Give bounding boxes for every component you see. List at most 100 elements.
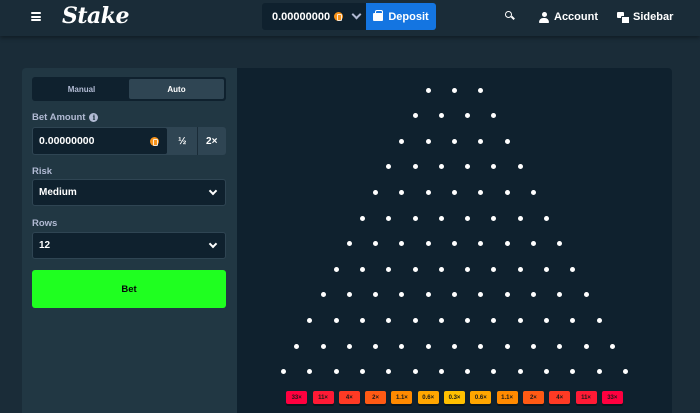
peg	[438, 113, 444, 119]
peg	[373, 292, 379, 298]
coin-icon	[334, 12, 344, 21]
peg	[570, 317, 576, 323]
peg	[596, 369, 602, 375]
multiplier-bucket: 1.1×	[496, 391, 518, 404]
half-bet-button[interactable]: ½	[168, 127, 197, 155]
search-icon[interactable]	[505, 11, 514, 20]
peg	[478, 138, 484, 144]
multiplier-bucket: 2×	[522, 391, 544, 404]
peg	[412, 266, 418, 272]
peg	[491, 369, 497, 375]
peg	[438, 266, 444, 272]
peg	[557, 343, 563, 349]
peg	[530, 189, 536, 195]
peg	[504, 292, 510, 298]
peg	[557, 241, 563, 247]
tab-manual[interactable]: Manual	[34, 79, 129, 99]
account-button[interactable]: Account	[539, 10, 598, 24]
peg	[517, 369, 523, 375]
peg	[530, 241, 536, 247]
risk-select[interactable]: Medium	[32, 179, 226, 206]
bet-controls-panel: Manual Auto Bet Amount i 0.00000000 ½ 2×…	[22, 68, 237, 413]
rows-select[interactable]: 12	[32, 232, 226, 259]
peg	[530, 292, 536, 298]
peg	[491, 266, 497, 272]
peg	[478, 189, 484, 195]
peg	[373, 343, 379, 349]
multiplier-bucket: 0.6×	[417, 391, 439, 404]
tab-auto[interactable]: Auto	[129, 79, 224, 99]
peg	[517, 215, 523, 221]
peg	[491, 164, 497, 170]
peg	[399, 189, 405, 195]
plinko-game: Manual Auto Bet Amount i 0.00000000 ½ 2×…	[22, 68, 672, 413]
peg	[596, 317, 602, 323]
peg	[544, 369, 550, 375]
chevron-down-icon	[351, 9, 362, 20]
peg	[386, 369, 392, 375]
peg	[346, 343, 352, 349]
balance-value: 0.00000000	[272, 10, 331, 23]
peg	[570, 369, 576, 375]
deposit-button[interactable]: Deposit	[366, 3, 436, 30]
peg	[359, 266, 365, 272]
peg	[583, 343, 589, 349]
peg	[412, 215, 418, 221]
account-label: Account	[554, 11, 598, 23]
peg	[333, 317, 339, 323]
peg	[412, 369, 418, 375]
peg	[425, 343, 431, 349]
sidebar-button[interactable]: Sidebar	[617, 10, 673, 24]
chevron-down-icon	[208, 186, 218, 196]
multiplier-bucket: 1.1×	[391, 391, 413, 404]
bet-button[interactable]: Bet	[32, 270, 226, 308]
peg	[517, 317, 523, 323]
double-bet-button[interactable]: 2×	[196, 127, 227, 155]
bet-amount-label: Bet Amount i	[32, 112, 99, 123]
peg	[517, 164, 523, 170]
balance-selector[interactable]: 0.00000000	[262, 3, 366, 30]
peg	[412, 164, 418, 170]
peg	[465, 317, 471, 323]
peg	[570, 266, 576, 272]
peg	[478, 87, 484, 93]
peg	[452, 189, 457, 195]
peg	[320, 343, 326, 349]
peg	[425, 292, 431, 298]
peg	[399, 241, 405, 247]
peg	[359, 317, 365, 323]
peg	[491, 317, 497, 323]
peg	[465, 164, 471, 170]
peg	[386, 215, 392, 221]
multiplier-bucket: 0.6×	[470, 391, 492, 404]
peg	[425, 87, 431, 93]
multiplier-bucket: 0.3×	[444, 391, 465, 404]
peg	[320, 292, 326, 298]
peg	[386, 266, 392, 272]
plinko-board: 33× 11× 4× 2× 1.1× 0.6× 0.3× 0.6× 1.1× 2× 4× 11× 33×	[237, 68, 672, 413]
peg	[438, 215, 444, 221]
peg	[452, 138, 457, 144]
peg	[583, 292, 589, 298]
peg	[438, 369, 444, 375]
peg	[465, 369, 471, 375]
peg	[399, 138, 405, 144]
peg	[557, 292, 563, 298]
peg	[425, 138, 431, 144]
peg	[478, 292, 484, 298]
rows-value: 12	[39, 240, 51, 251]
bet-amount-input[interactable]: 0.00000000	[33, 128, 167, 154]
multiplier-bucket: 11×	[575, 391, 597, 404]
multiplier-bucket: 33×	[286, 391, 308, 404]
peg	[346, 241, 352, 247]
info-icon[interactable]: i	[89, 113, 99, 122]
peg	[504, 189, 510, 195]
menu-icon[interactable]	[31, 12, 41, 21]
peg	[399, 292, 405, 298]
stake-logo[interactable]: Stake	[62, 3, 130, 29]
wallet-icon	[373, 9, 384, 21]
peg	[373, 241, 379, 247]
risk-label: Risk	[32, 166, 53, 177]
coin-icon	[150, 137, 159, 146]
peg	[425, 241, 431, 247]
